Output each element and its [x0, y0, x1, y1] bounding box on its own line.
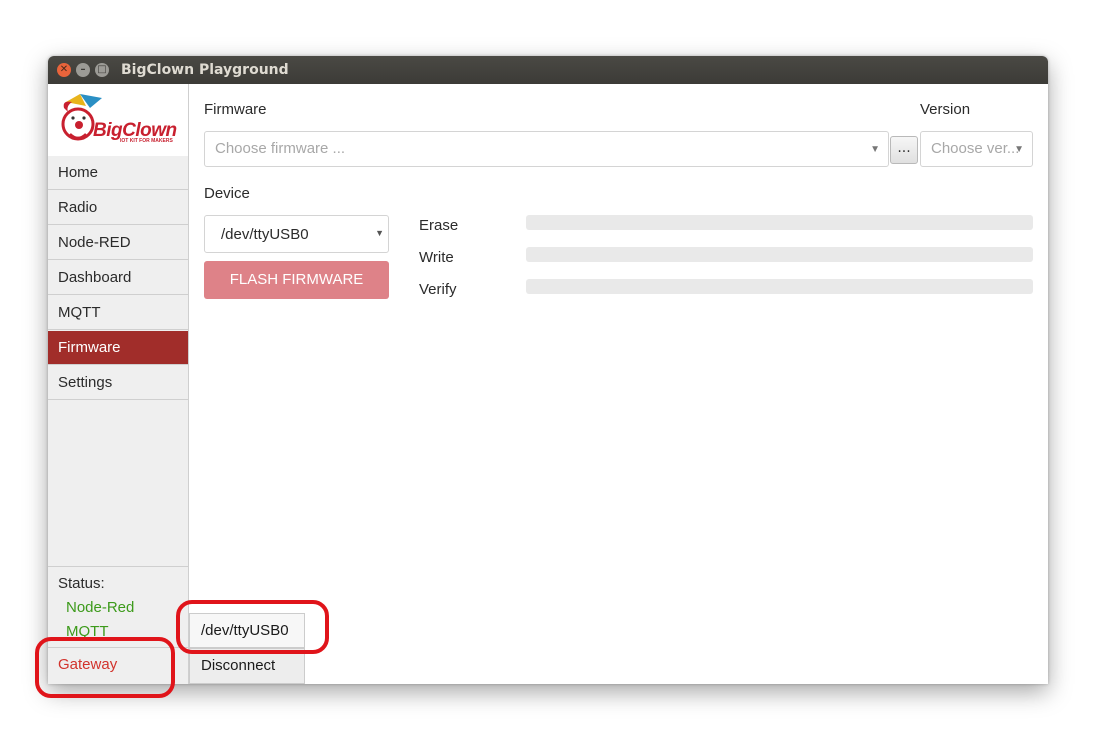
bigclown-logo: BigClown IOT KIT FOR MAKERS: [48, 84, 188, 157]
port-highlight-annotation: [176, 600, 329, 654]
window-title: BigClown Playground: [121, 62, 289, 78]
flash-firmware-button[interactable]: FLASH FIRMWARE: [204, 261, 389, 299]
sidebar-item-firmware[interactable]: Firmware: [48, 331, 188, 365]
verify-label: Verify: [419, 281, 457, 298]
version-label: Version: [920, 101, 971, 118]
chevron-down-icon: ▼: [375, 228, 384, 238]
maximize-window-button[interactable]: □: [95, 63, 109, 77]
sidebar-item-home[interactable]: Home: [48, 156, 188, 190]
title-bar: ✕ – □ BigClown Playground: [48, 56, 1048, 84]
device-select-value: /dev/ttyUSB0: [221, 226, 309, 243]
firmware-page: Firmware Choose firmware ... ▼ ... Versi…: [189, 84, 1048, 684]
sidebar-item-mqtt[interactable]: MQTT: [48, 296, 188, 330]
browse-firmware-button[interactable]: ...: [890, 136, 918, 164]
sidebar-item-radio[interactable]: Radio: [48, 191, 188, 225]
status-node-red: Node-Red: [66, 599, 135, 616]
sidebar-item-node-red[interactable]: Node-RED: [48, 226, 188, 260]
firmware-select[interactable]: Choose firmware ... ▼: [204, 131, 889, 167]
close-window-button[interactable]: ✕: [57, 63, 71, 77]
chevron-down-icon: ▼: [870, 144, 880, 155]
chevron-down-icon: ▼: [1014, 144, 1024, 155]
version-select[interactable]: Choose ver... ▼: [920, 131, 1033, 167]
write-label: Write: [419, 249, 454, 266]
app-window: ✕ – □ BigClown Playground BigClown IOT K…: [48, 56, 1048, 684]
verify-progress-bar: [526, 279, 1033, 294]
device-select[interactable]: /dev/ttyUSB0 ▼: [204, 215, 389, 253]
erase-progress-bar: [526, 215, 1033, 230]
minimize-window-button[interactable]: –: [76, 63, 90, 77]
sidebar: BigClown IOT KIT FOR MAKERS Home Radio N…: [48, 84, 189, 684]
sidebar-item-settings[interactable]: Settings: [48, 366, 188, 400]
firmware-select-placeholder: Choose firmware ...: [215, 140, 346, 157]
firmware-label: Firmware: [204, 101, 267, 118]
logo-tagline: IOT KIT FOR MAKERS: [120, 138, 173, 144]
sidebar-item-dashboard[interactable]: Dashboard: [48, 261, 188, 295]
status-label: Status:: [58, 575, 105, 592]
gateway-highlight-annotation: [35, 637, 175, 698]
erase-label: Erase: [419, 217, 459, 234]
device-label: Device: [204, 185, 250, 202]
status-panel: Status: Node-Red MQTT: [48, 566, 188, 640]
version-select-placeholder: Choose ver...: [931, 140, 1020, 157]
write-progress-bar: [526, 247, 1033, 262]
